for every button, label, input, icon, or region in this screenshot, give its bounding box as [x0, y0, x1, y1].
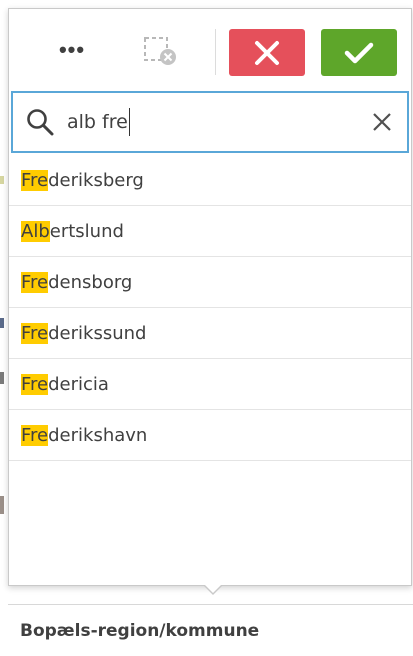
more-options-button[interactable]: ••• [55, 35, 89, 65]
list-item[interactable]: Fredericia [9, 359, 411, 410]
item-label-rest: dericia [48, 374, 109, 395]
search-icon [27, 109, 54, 136]
selection-toolbar: ••• [9, 9, 411, 87]
field-title[interactable]: Bopæls-region/kommune [20, 621, 259, 641]
confirm-selection-button[interactable] [321, 29, 397, 76]
list-item[interactable]: Albertslund [9, 206, 411, 257]
toolbar-divider [215, 29, 216, 75]
item-label-rest: densborg [48, 272, 133, 293]
check-icon [344, 42, 374, 63]
field-divider [8, 604, 413, 605]
search-input[interactable] [67, 107, 357, 137]
list-item[interactable]: Frederiksberg [9, 155, 411, 206]
background-fragment [0, 176, 4, 184]
item-label-rest: derikssund [48, 323, 147, 344]
background-fragment [0, 318, 4, 328]
item-label-rest: ertslund [49, 221, 124, 242]
match-highlight: Fre [21, 272, 49, 293]
item-label-rest: deriksberg [48, 170, 144, 191]
popover-caret-fill [204, 584, 222, 593]
list-item[interactable]: Frederikssund [9, 308, 411, 359]
search-results-list: Frederiksberg Albertslund Fredensborg Fr… [9, 155, 411, 461]
more-horizontal-icon: ••• [58, 37, 86, 62]
close-icon[interactable] [369, 109, 395, 135]
clear-selections-icon [144, 37, 176, 65]
match-highlight: Fre [21, 323, 49, 344]
clear-selections-button[interactable] [143, 35, 179, 67]
match-highlight: Alb [21, 221, 50, 242]
list-item[interactable]: Frederikshavn [9, 410, 411, 461]
match-highlight: Fre [21, 425, 49, 446]
background-fragment [0, 496, 4, 514]
item-label-rest: derikshavn [48, 425, 148, 446]
list-item[interactable]: Fredensborg [9, 257, 411, 308]
match-highlight: Fre [21, 374, 49, 395]
text-cursor [128, 108, 130, 136]
search-box [11, 91, 409, 153]
x-icon [255, 40, 279, 65]
selection-listbox-popover: ••• alb fre Frederiksberg Albertslund Fr… [8, 8, 412, 586]
cancel-selection-button[interactable] [229, 29, 305, 76]
match-highlight: Fre [21, 170, 49, 191]
background-fragment [0, 372, 4, 384]
